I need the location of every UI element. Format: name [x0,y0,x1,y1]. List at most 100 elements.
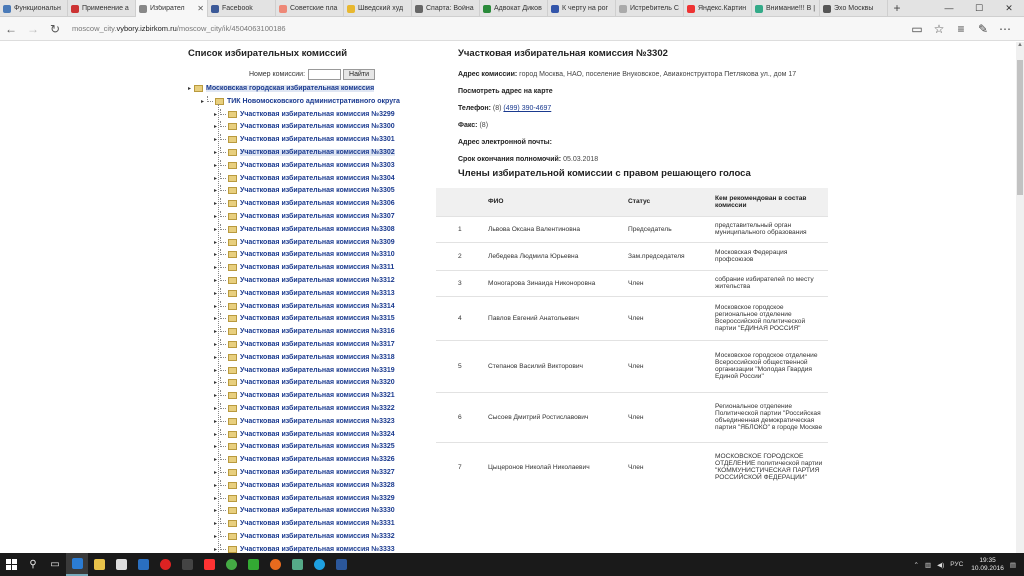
tree-item-uik[interactable]: ▸ Участковая избирательная комиссия №3331 [214,518,395,530]
tree-item-label[interactable]: Участковая избирательная комиссия №3309 [240,239,395,246]
tree-item-uik[interactable]: ▸ Участковая избирательная комиссия №3319 [214,364,395,376]
tree-item-label[interactable]: ТИК Новомосковского административного ок… [227,98,400,105]
note-icon[interactable]: ✎ [972,22,994,36]
tree-item-label[interactable]: Участковая избирательная комиссия №3322 [240,405,395,412]
tree-item-uik[interactable]: ▸ Участковая избирательная комиссия №3322 [214,402,395,414]
tree-item-label[interactable]: Участковая избирательная комиссия №3327 [240,469,395,476]
tree-item-uik[interactable]: ▸ Участковая избирательная комиссия №3320 [214,377,395,389]
firefox-icon[interactable] [264,553,286,576]
volume-icon[interactable]: ◀) [937,561,944,569]
browser-tab[interactable]: Советские пла [276,0,344,17]
language-indicator[interactable]: РУС [950,561,963,568]
tree-item-uik[interactable]: ▸ Участковая избирательная комиссия №3318 [214,351,395,363]
tree-item-uik[interactable]: ▸ Участковая избирательная комиссия №3313 [214,287,395,299]
tree-item-uik[interactable]: ▸ Участковая избирательная комиссия №3308 [214,223,395,235]
browser-tab[interactable]: Внимание!!! В | [752,0,820,17]
tree-item-label[interactable]: Участковая избирательная комиссия №3325 [240,443,395,450]
tree-item-label[interactable]: Участковая избирательная комиссия №3319 [240,367,395,374]
app2-icon[interactable] [286,553,308,576]
tree-item-label[interactable]: Участковая избирательная комиссия №3303 [240,162,395,169]
tree-item-label[interactable]: Участковая избирательная комиссия №3332 [240,533,395,540]
opera-icon[interactable] [154,553,176,576]
tree-item-label[interactable]: Участковая избирательная комиссия №3313 [240,290,395,297]
yandex-icon[interactable] [198,553,220,576]
clock[interactable]: 19:35 10.09.2016 [971,557,1004,573]
tree-item-label[interactable]: Участковая избирательная комиссия №3314 [240,303,395,310]
tree-item-uik[interactable]: ▸ Участковая избирательная комиссия №3328 [214,479,395,491]
tree-item-uik[interactable]: ▸ Участковая избирательная комиссия №3300 [214,121,395,133]
close-icon[interactable]: ✕ [994,0,1024,17]
tree-item-uik[interactable]: ▸ Участковая избирательная комиссия №3333 [214,543,395,553]
refresh-icon[interactable]: ↻ [44,22,66,36]
tree-item-uik[interactable]: ▸ Участковая избирательная комиссия №3314 [214,300,395,312]
edge-icon[interactable] [66,553,88,576]
tree-item-uik[interactable]: ▸ Участковая избирательная комиссия №3329 [214,492,395,504]
new-tab-icon[interactable]: + [888,0,906,16]
tree-item-uik[interactable]: ▸ Участковая избирательная комиссия №3332 [214,530,395,542]
file-explorer-icon[interactable] [88,553,110,576]
address-bar[interactable]: moscow_city.vybory.izbirkom.ru/moscow_ci… [72,24,906,33]
tree-item-label[interactable]: Участковая избирательная комиссия №3300 [240,123,395,130]
tree-item-uik[interactable]: ▸ Участковая избирательная комиссия №3311 [214,262,394,274]
chrome-icon[interactable] [220,553,242,576]
map-link[interactable]: Посмотреть адрес на карте [458,88,553,95]
tree-item-label[interactable]: Участковая избирательная комиссия №3333 [240,546,395,553]
find-button[interactable]: Найти [343,69,375,80]
tree-item-label[interactable]: Участковая избирательная комиссия №3312 [240,277,395,284]
tree-item-uik[interactable]: ▸ Участковая избирательная комиссия №3305 [214,185,395,197]
tree-item-uik[interactable]: ▸ Участковая избирательная комиссия №3304 [214,172,395,184]
scrollbar-thumb[interactable] [1017,60,1023,195]
tree-item-uik[interactable]: ▸ Участковая избирательная комиссия №3321 [214,390,395,402]
tree-item-uik[interactable]: ▸ Участковая избирательная комиссия №3315 [214,313,395,325]
tree-item-label[interactable]: Участковая избирательная комиссия №3318 [240,354,395,361]
phone-link[interactable]: (499) 390-4697 [503,105,551,112]
tree-item-label[interactable]: Участковая избирательная комиссия №3326 [240,456,395,463]
tree-item-uik[interactable]: ▸ Участковая избирательная комиссия №3312 [214,274,395,286]
browser-tab[interactable]: Адвокат Диков [480,0,548,17]
network-icon[interactable]: ▥ [925,561,931,569]
browser-tab[interactable]: Эхо Москвы [820,0,888,17]
tree-item-uik[interactable]: ▸ Участковая избирательная комиссия №3324 [214,428,395,440]
tree-item-label[interactable]: Участковая избирательная комиссия №3331 [240,520,395,527]
browser-tab[interactable]: Facebook [208,0,276,17]
tree-item-uik[interactable]: ▸ Участковая избирательная комиссия №3309 [214,236,395,248]
browser-tab[interactable]: Избирател ✕ [136,0,208,17]
tree-item-label[interactable]: Участковая избирательная комиссия №3307 [240,213,395,220]
media-icon[interactable] [176,553,198,576]
tree-item-uik[interactable]: ▸ Участковая избирательная комиссия №3327 [214,466,395,478]
browser-tab[interactable]: Функциональн [0,0,68,17]
tree-item-label[interactable]: Участковая избирательная комиссия №3304 [240,175,395,182]
tree-root[interactable]: ▸ Московская городская избирательная коми… [188,82,375,94]
tree-item-label[interactable]: Участковая избирательная комиссия №3320 [240,379,395,386]
tree-item-uik[interactable]: ▸ Участковая избирательная комиссия №3317 [214,338,395,350]
tree-item-uik[interactable]: ▸ Участковая избирательная комиссия №3301 [214,134,395,146]
tree-item-uik[interactable]: ▸ Участковая избирательная комиссия №3299 [214,108,395,120]
browser-tab[interactable]: К черту на рог [548,0,616,17]
tab-close-icon[interactable]: ✕ [197,4,204,13]
tree-tik[interactable]: ▸ ТИК Новомосковского административного о… [201,95,400,107]
tree-item-label[interactable]: Участковая избирательная комиссия №3329 [240,495,395,502]
tree-item-label[interactable]: Участковая избирательная комиссия №3330 [240,507,395,514]
task-view-icon[interactable]: ▭ [44,553,66,576]
scroll-up-icon[interactable]: ▲ [1016,42,1024,48]
tree-item-uik[interactable]: ▸ Участковая избирательная комиссия №3307 [214,210,395,222]
browser-tab[interactable]: Применение а [68,0,136,17]
start-button[interactable] [0,553,22,576]
tree-item-label[interactable]: Участковая избирательная комиссия №3299 [240,111,395,118]
search-icon[interactable]: ⚲ [22,553,44,576]
tree-item-uik[interactable]: ▸ Участковая избирательная комиссия №3302 [214,146,395,158]
word-icon[interactable] [330,553,352,576]
tree-item-uik[interactable]: ▸ Участковая избирательная комиссия №3330 [214,505,395,517]
tree-item-label[interactable]: Участковая избирательная комиссия №3305 [240,187,395,194]
tree-item-label[interactable]: Участковая избирательная комиссия №3316 [240,328,395,335]
tree-item-label[interactable]: Участковая избирательная комиссия №3321 [240,392,395,399]
more-icon[interactable]: ⋯ [994,22,1016,36]
maximize-icon[interactable]: ☐ [964,0,994,17]
scrollbar[interactable]: ▲ [1016,42,1024,553]
commission-number-input[interactable] [308,69,342,80]
tree-item-uik[interactable]: ▸ Участковая избирательная комиссия №3316 [214,326,395,338]
tree-item-label[interactable]: Участковая избирательная комиссия №3302 [240,148,395,156]
browser-tab[interactable]: Истребитель С [616,0,684,17]
tray-up-icon[interactable]: ⌃ [913,561,918,569]
tree-item-label[interactable]: Участковая избирательная комиссия №3308 [240,226,395,233]
